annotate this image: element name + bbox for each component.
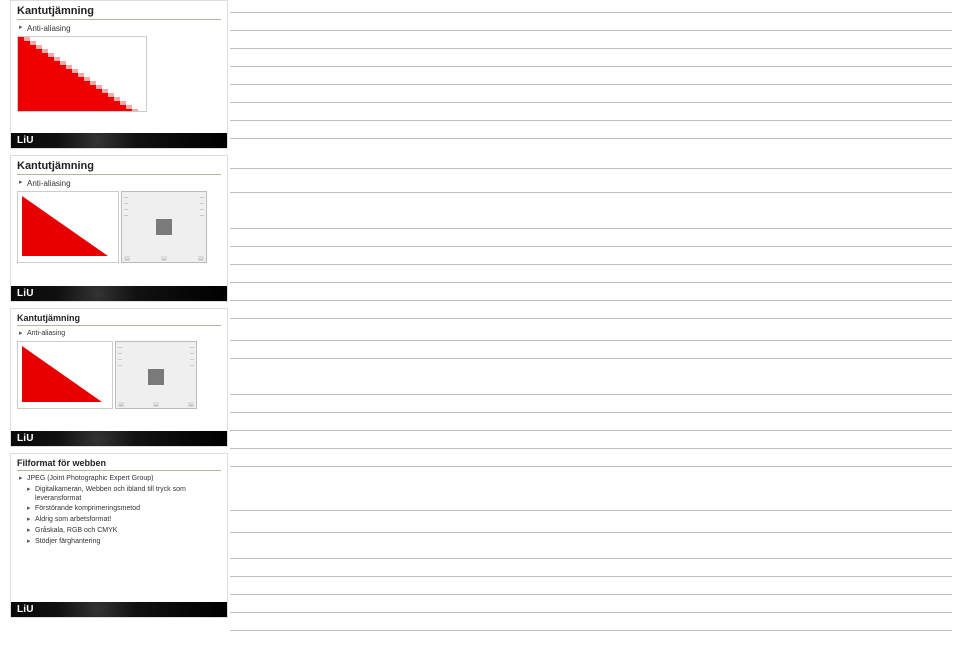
settings-dialog-mock: —— —— —— —— ——— bbox=[121, 191, 207, 263]
ruled-line bbox=[230, 84, 952, 85]
ruled-line bbox=[230, 358, 952, 359]
slide-4: Filformat för webben JPEG (Joint Photogr… bbox=[10, 453, 228, 618]
slide-2-bullet: Anti-aliasing bbox=[17, 179, 221, 189]
aliased-diagonal-image bbox=[17, 36, 147, 112]
ruled-line bbox=[230, 394, 952, 395]
slide-2-footer: LiU bbox=[11, 286, 227, 301]
ruled-line bbox=[230, 192, 952, 193]
ruled-line bbox=[230, 168, 952, 169]
ruled-line bbox=[230, 228, 952, 229]
slide-3-title: Kantutjämning bbox=[17, 313, 221, 326]
ruled-line bbox=[230, 532, 952, 533]
ruled-line bbox=[230, 466, 952, 467]
triangle-image bbox=[17, 191, 119, 263]
slide-1-bullet: Anti-aliasing bbox=[17, 24, 221, 34]
slide-4-footer: LiU bbox=[11, 602, 227, 617]
ruled-line bbox=[230, 448, 952, 449]
ruled-line bbox=[230, 138, 952, 139]
ruled-line bbox=[230, 300, 952, 301]
brand-logo: LiU bbox=[17, 604, 34, 615]
ruled-line bbox=[230, 318, 952, 319]
ruled-line bbox=[230, 30, 952, 31]
slide-4-bullet-2: Förstörande komprimeringsmetod bbox=[17, 505, 221, 514]
ruled-line bbox=[230, 12, 952, 13]
slide-column: Kantutjämning Anti-aliasing bbox=[10, 0, 228, 624]
brand-logo: LiU bbox=[17, 288, 34, 299]
triangle-image bbox=[17, 341, 113, 409]
slide-4-bullet-0: JPEG (Joint Photographic Expert Group) bbox=[17, 475, 221, 484]
slide-4-bullet-3: Aldrig som arbetsformat! bbox=[17, 516, 221, 525]
ruled-line bbox=[230, 612, 952, 613]
ruled-line bbox=[230, 264, 952, 265]
slide-4-title: Filformat för webben bbox=[17, 458, 221, 471]
slide-3: Kantutjämning Anti-aliasing —— —— —— —— … bbox=[10, 308, 228, 447]
ruled-line bbox=[230, 576, 952, 577]
ruled-line bbox=[230, 66, 952, 67]
slide-1-footer: LiU bbox=[11, 133, 227, 148]
slide-3-footer: LiU bbox=[11, 431, 227, 446]
slide-4-bullet-4: Gråskala, RGB och CMYK bbox=[17, 527, 221, 536]
slide-1-title: Kantutjämning bbox=[17, 5, 221, 20]
ruled-line bbox=[230, 430, 952, 431]
ruled-line bbox=[230, 558, 952, 559]
ruled-line bbox=[230, 102, 952, 103]
ruled-line bbox=[230, 510, 952, 511]
ruled-line bbox=[230, 48, 952, 49]
ruled-line bbox=[230, 282, 952, 283]
slide-4-bullet-5: Stödjer färghantering bbox=[17, 538, 221, 547]
slide-4-bullet-1: Digitalkameran, Webben och ibland till t… bbox=[17, 486, 221, 504]
ruled-line bbox=[230, 594, 952, 595]
slide-2: Kantutjämning Anti-aliasing —— —— —— —— … bbox=[10, 155, 228, 302]
ruled-line bbox=[230, 630, 952, 631]
slide-1: Kantutjämning Anti-aliasing bbox=[10, 0, 228, 149]
ruled-line bbox=[230, 340, 952, 341]
ruled-line bbox=[230, 120, 952, 121]
ruled-line bbox=[230, 412, 952, 413]
slide-2-title: Kantutjämning bbox=[17, 160, 221, 175]
slide-3-bullet: Anti-aliasing bbox=[17, 330, 221, 339]
ruled-line bbox=[230, 246, 952, 247]
ruled-lines bbox=[230, 0, 952, 670]
settings-dialog-mock: —— —— —— —— ——— bbox=[115, 341, 197, 409]
brand-logo: LiU bbox=[17, 135, 34, 146]
brand-logo: LiU bbox=[17, 433, 34, 444]
